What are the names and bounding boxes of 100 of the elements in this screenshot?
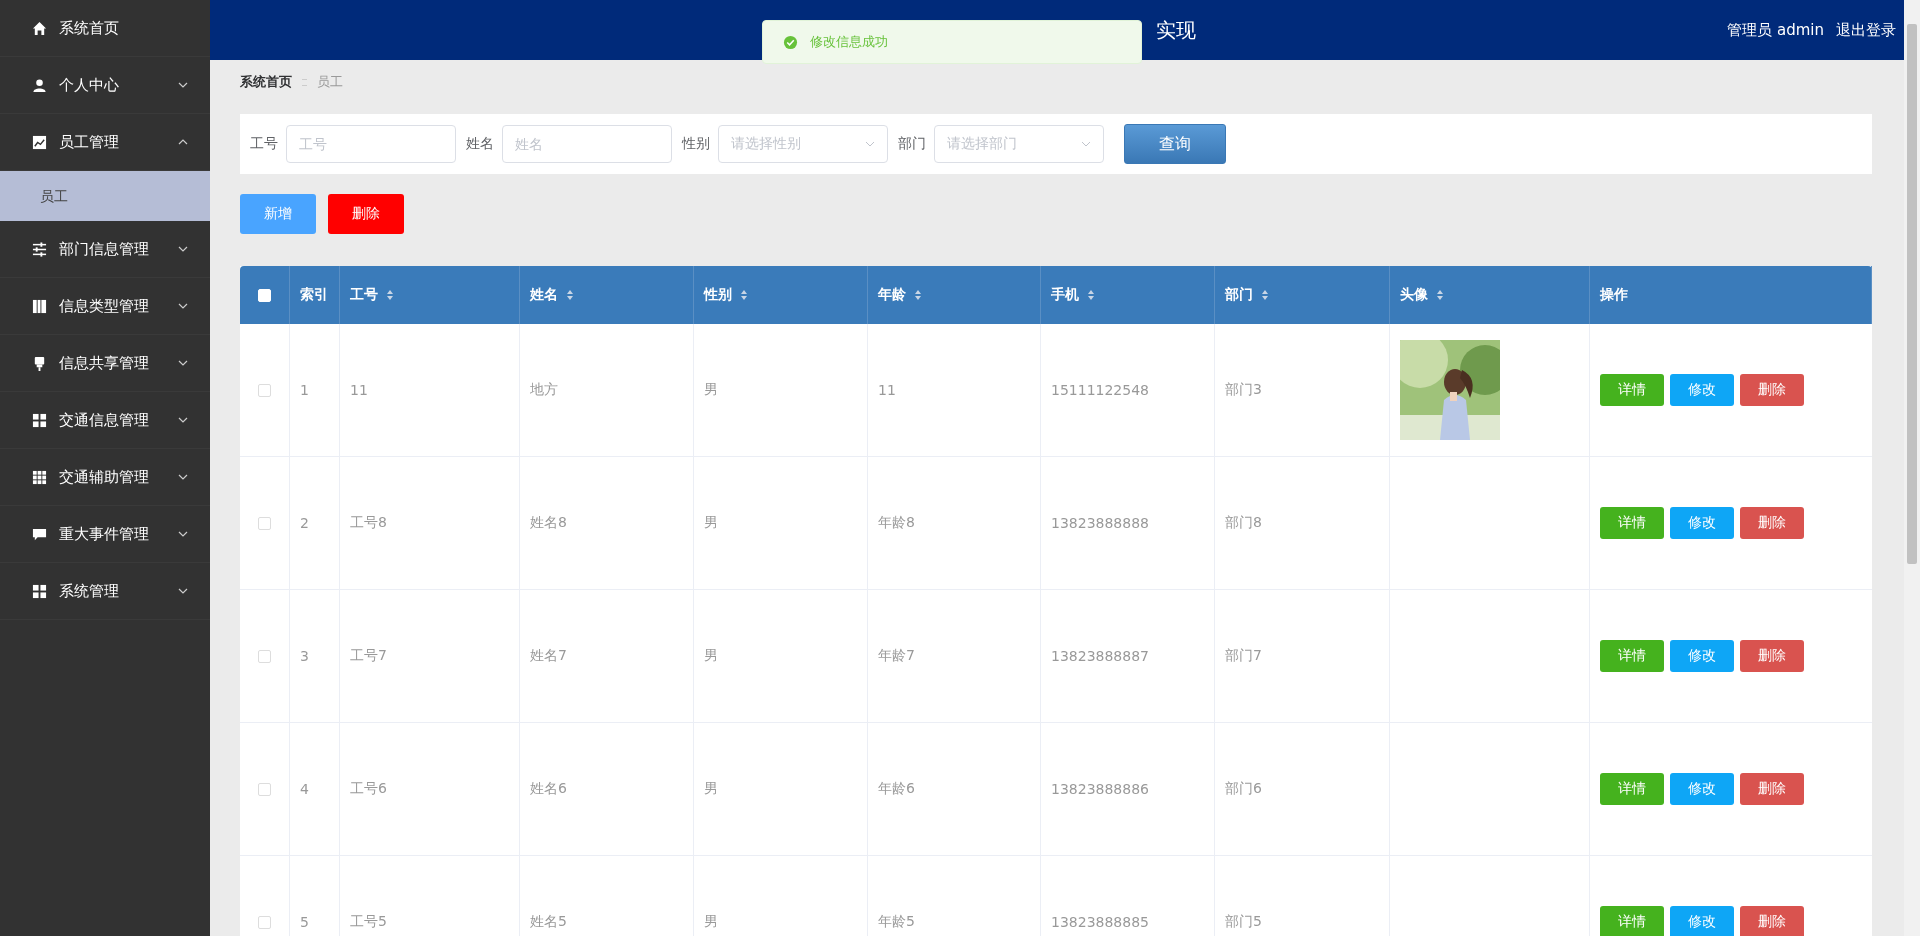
table-cell: 2 xyxy=(300,515,309,531)
sidebar-item[interactable]: 交通信息管理 xyxy=(0,392,210,449)
user-name: 管理员 admin xyxy=(1727,20,1824,40)
sidebar-item[interactable]: 系统管理 xyxy=(0,563,210,620)
table-cell: 15111122548 xyxy=(1051,382,1149,398)
checkbox[interactable] xyxy=(258,516,271,530)
table-cell: 13823888885 xyxy=(1051,914,1149,930)
breadcrumb-item: 员工 xyxy=(317,73,343,91)
column-header: 性别 xyxy=(704,286,732,304)
edit-button[interactable]: 修改 xyxy=(1670,640,1734,672)
sidebar-item[interactable]: 个人中心 xyxy=(0,57,210,114)
table-cell: 工号6 xyxy=(350,780,387,798)
logout-link[interactable]: 退出登录 xyxy=(1836,20,1896,40)
submenu-item[interactable]: 员工 xyxy=(0,171,210,221)
details-button[interactable]: 详情 xyxy=(1600,640,1664,672)
checkbox[interactable] xyxy=(258,383,271,397)
column-header: 索引 xyxy=(300,286,328,304)
delete-button[interactable]: 删除 xyxy=(1740,773,1804,805)
table-cell: 3 xyxy=(300,648,309,664)
toast-message: 修改信息成功 xyxy=(810,33,888,51)
details-button[interactable]: 详情 xyxy=(1600,374,1664,406)
home-icon xyxy=(32,20,47,36)
field-label: 部门 xyxy=(898,135,926,153)
table-cell: 年龄6 xyxy=(878,780,915,798)
menu-label: 系统管理 xyxy=(59,581,120,601)
delete-button[interactable]: 删除 xyxy=(328,194,404,234)
book-icon xyxy=(32,298,47,314)
input-field[interactable]: 工号 xyxy=(286,125,456,163)
edit-button[interactable]: 修改 xyxy=(1670,507,1734,539)
table-cell: 男 xyxy=(704,780,718,798)
delete-button[interactable]: 删除 xyxy=(1740,640,1804,672)
checkbox[interactable] xyxy=(258,649,271,663)
table-cell: 11 xyxy=(878,382,896,398)
menu-label: 员工管理 xyxy=(59,132,120,152)
table-cell: 5 xyxy=(300,914,309,930)
table-cell: 男 xyxy=(704,514,718,532)
table-cell: 部门6 xyxy=(1225,780,1262,798)
sort-icon[interactable] xyxy=(1087,289,1095,301)
sort-icon[interactable] xyxy=(1436,289,1444,301)
table-cell: 地方 xyxy=(530,381,558,399)
sort-icon[interactable] xyxy=(566,289,574,301)
search-button[interactable]: 查询 xyxy=(1124,124,1226,164)
sidebar-item[interactable]: 重大事件管理 xyxy=(0,506,210,563)
sidebar-item[interactable]: 信息类型管理 xyxy=(0,278,210,335)
table-cell: 13823888888 xyxy=(1051,515,1149,531)
field-label: 性别 xyxy=(682,135,710,153)
sort-icon[interactable] xyxy=(914,289,922,301)
edit-button[interactable]: 修改 xyxy=(1670,906,1734,936)
table-cell: 姓名8 xyxy=(530,514,567,532)
sidebar-item[interactable]: 交通辅助管理 xyxy=(0,449,210,506)
chevron-down-icon xyxy=(1081,141,1091,147)
column-header: 手机 xyxy=(1051,286,1079,304)
grid-icon xyxy=(32,412,47,428)
sidebar-item[interactable]: 部门信息管理 xyxy=(0,221,210,278)
table-cell: 姓名7 xyxy=(530,647,567,665)
details-button[interactable]: 详情 xyxy=(1600,906,1664,936)
table-cell: 年龄8 xyxy=(878,514,915,532)
column-header: 工号 xyxy=(350,286,378,304)
table-cell: 工号8 xyxy=(350,514,387,532)
table-cell: 工号7 xyxy=(350,647,387,665)
column-header: 姓名 xyxy=(530,286,558,304)
add-button[interactable]: 新增 xyxy=(240,194,316,234)
column-header: 头像 xyxy=(1400,286,1428,304)
sidebar-item[interactable]: 信息共享管理 xyxy=(0,335,210,392)
sort-icon[interactable] xyxy=(740,289,748,301)
column-header: 操作 xyxy=(1600,286,1628,304)
checkbox[interactable] xyxy=(258,915,271,929)
scrollbar-thumb[interactable] xyxy=(1907,24,1917,564)
table-cell: 11 xyxy=(350,382,368,398)
table-cell: 年龄5 xyxy=(878,913,915,931)
menu-label: 信息类型管理 xyxy=(59,296,150,316)
edit-button[interactable]: 修改 xyxy=(1670,374,1734,406)
table-cell: 4 xyxy=(300,781,309,797)
chart-icon xyxy=(32,134,47,150)
table-cell: 13823888886 xyxy=(1051,781,1149,797)
table-cell: 部门7 xyxy=(1225,647,1262,665)
delete-button[interactable]: 删除 xyxy=(1740,374,1804,406)
delete-button[interactable]: 删除 xyxy=(1740,507,1804,539)
breadcrumb-item[interactable]: 系统首页 xyxy=(240,73,292,91)
grid-icon xyxy=(32,469,47,485)
table-cell: 13823888887 xyxy=(1051,648,1149,664)
table-cell: 部门5 xyxy=(1225,913,1262,931)
checkbox[interactable] xyxy=(258,782,271,796)
table-cell: 部门8 xyxy=(1225,514,1262,532)
menu-label: 系统首页 xyxy=(59,18,120,38)
sliders-icon xyxy=(32,241,47,257)
sort-icon[interactable] xyxy=(386,289,394,301)
details-button[interactable]: 详情 xyxy=(1600,507,1664,539)
input-field[interactable]: 姓名 xyxy=(502,125,672,163)
table-cell: 工号5 xyxy=(350,913,387,931)
edit-button[interactable]: 修改 xyxy=(1670,773,1734,805)
grid-icon xyxy=(32,583,47,599)
menu-label: 信息共享管理 xyxy=(59,353,150,373)
details-button[interactable]: 详情 xyxy=(1600,773,1664,805)
column-header: 部门 xyxy=(1225,286,1253,304)
chat-bubble-icon xyxy=(32,526,47,542)
menu-label: 交通信息管理 xyxy=(59,410,150,430)
table-cell: 男 xyxy=(704,381,718,399)
delete-button[interactable]: 删除 xyxy=(1740,906,1804,936)
sort-icon[interactable] xyxy=(1261,289,1269,301)
